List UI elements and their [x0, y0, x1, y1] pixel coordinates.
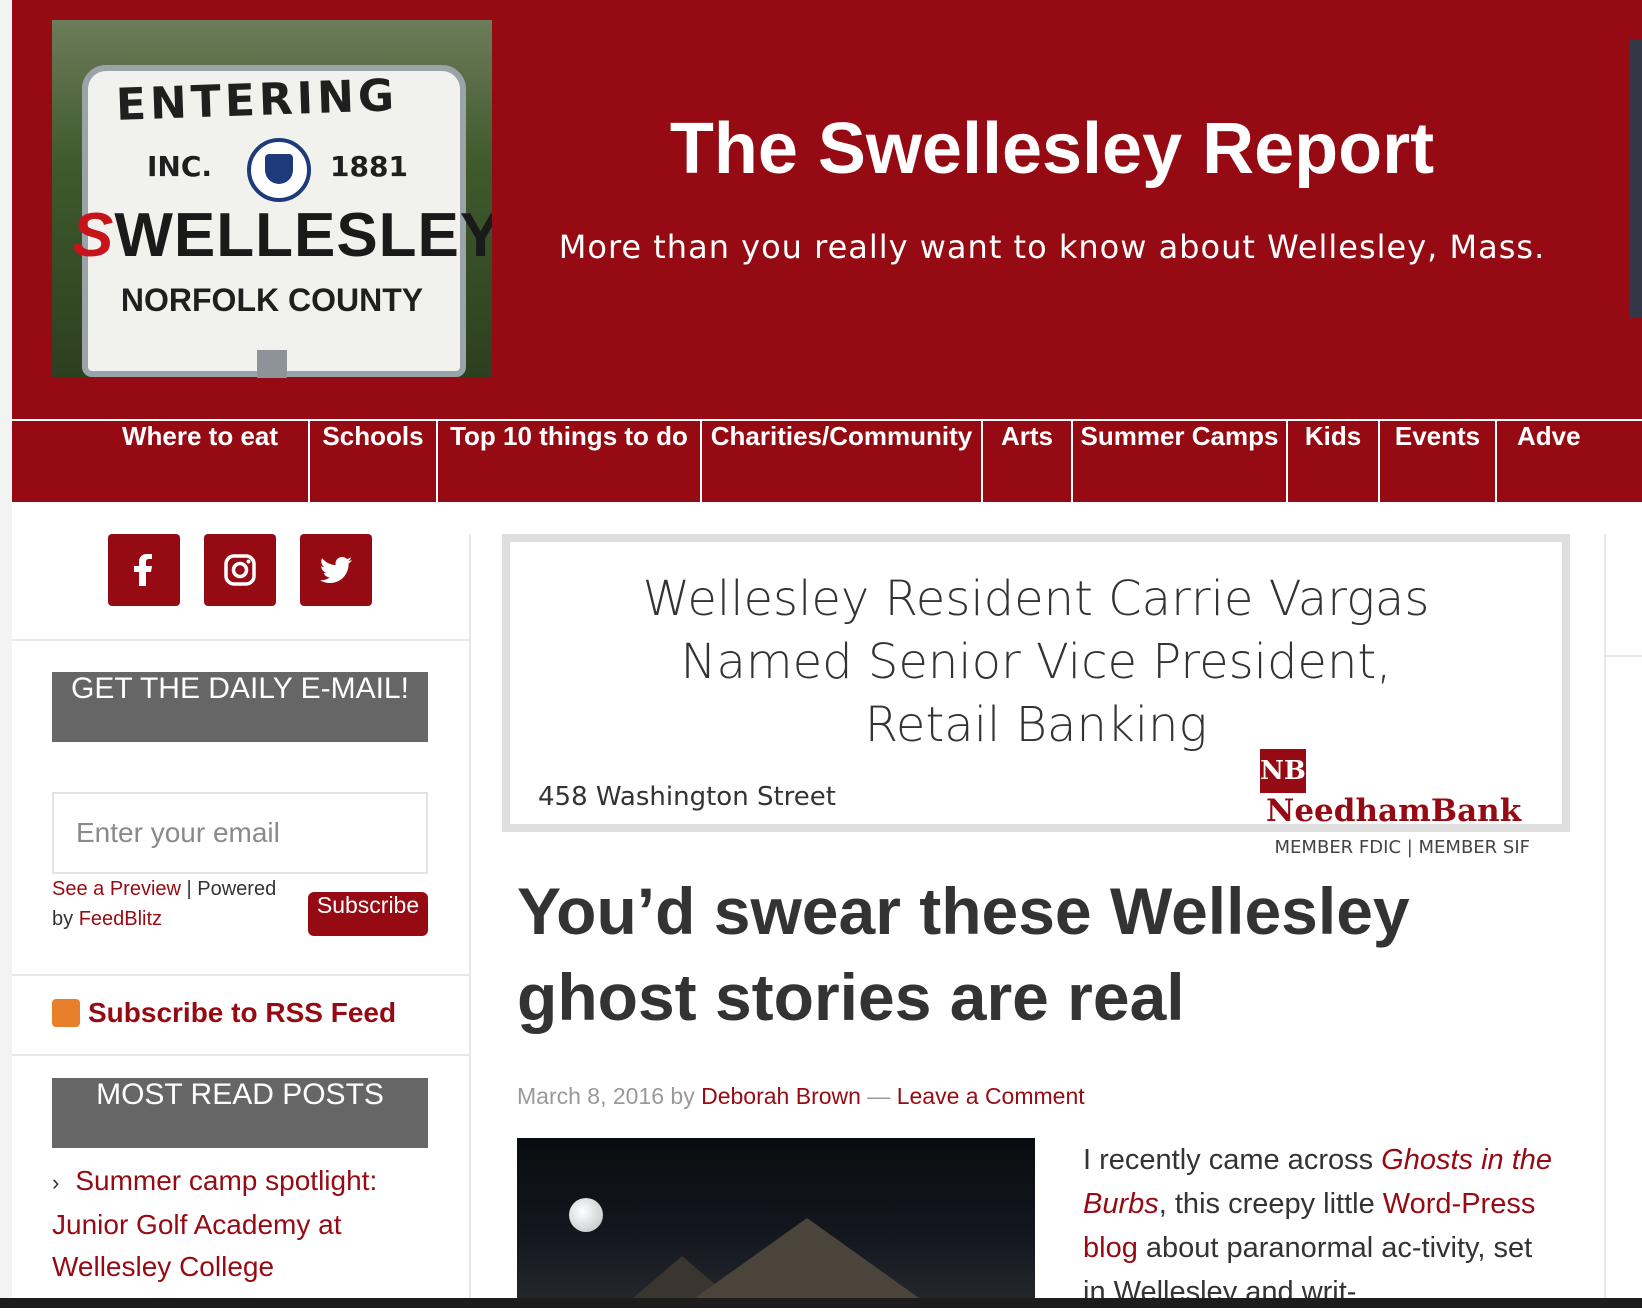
logo-town-text: SWELLESLEY [72, 200, 492, 271]
header-side-tab [1630, 40, 1642, 318]
site-header: ENTERING INC. 1881 SWELLESLEY NORFOLK CO… [12, 0, 1642, 419]
instagram-button[interactable] [204, 534, 276, 606]
nav-item-kids[interactable]: Kids [1288, 421, 1380, 502]
house-roof [667, 1218, 947, 1308]
post-text-mid: , this creepy little [1158, 1188, 1383, 1220]
ad-headline-line: Named Senior Vice President, [680, 634, 1392, 690]
author-link[interactable]: Deborah Brown [701, 1083, 861, 1109]
sidebar-divider [12, 974, 469, 976]
logo-town-red-letter: S [72, 201, 115, 270]
facebook-icon [134, 554, 152, 586]
right-column-divider [1604, 534, 1606, 1308]
meta-dash: — [860, 1083, 897, 1109]
nav-item-arts[interactable]: Arts [983, 421, 1073, 502]
daily-email-title: GET THE DAILY E-MAIL! [52, 672, 428, 742]
column-divider [469, 534, 471, 1308]
nav-item-advertise[interactable]: Adve [1497, 421, 1642, 502]
logo-sign-post [257, 350, 287, 378]
logo-town-name: WELLESLEY [114, 201, 492, 270]
email-input[interactable] [52, 792, 428, 874]
bank-mark-icon: NB [1260, 749, 1306, 793]
advertisement-banner[interactable]: Wellesley Resident Carrie Vargas Named S… [502, 534, 1570, 858]
bottom-bar [0, 1298, 1642, 1308]
site-tagline: More than you really want to know about … [558, 228, 1546, 266]
logo-inc-text: INC. [147, 150, 213, 183]
comment-link[interactable]: Leave a Comment [897, 1083, 1085, 1109]
site-title[interactable]: The Swellesley Report [532, 108, 1572, 190]
bank-name: NeedhamBank [1266, 793, 1522, 829]
post-meta: March 8, 2016 by Deborah Brown — Leave a… [517, 1083, 1085, 1110]
sidebar: GET THE DAILY E-MAIL! See a Preview | Po… [12, 502, 469, 1308]
right-column-divider-h [1604, 655, 1642, 657]
twitter-icon [319, 557, 352, 583]
logo-county-text: NORFOLK COUNTY [120, 282, 424, 318]
sidebar-divider [12, 1054, 469, 1056]
site-logo[interactable]: ENTERING INC. 1881 SWELLESLEY NORFOLK CO… [52, 20, 492, 378]
list-item[interactable]: › Summer camp spotlight: Junior Golf Acad… [52, 1160, 432, 1288]
ad-headline-line: Retail Banking [864, 697, 1208, 753]
post-text-rest: about paranormal ac-tivity, set in Welle… [1083, 1232, 1533, 1308]
rss-link[interactable]: Subscribe to RSS Feed [52, 997, 396, 1029]
nav-item-top-10[interactable]: Top 10 things to do [438, 421, 702, 502]
most-read-title: MOST READ POSTS [52, 1078, 428, 1148]
see-preview-link[interactable]: See a Preview [52, 878, 181, 900]
subscribe-button[interactable]: Subscribe [308, 892, 428, 936]
post-image[interactable] [517, 1138, 1035, 1308]
chevron-right-icon: › [52, 1170, 60, 1195]
nav-item-charities[interactable]: Charities/Community [702, 421, 983, 502]
sidebar-divider [12, 639, 469, 641]
instagram-icon [224, 554, 256, 586]
facebook-button[interactable] [108, 534, 180, 606]
rss-icon [52, 999, 80, 1027]
post-by: by [664, 1083, 702, 1109]
post-excerpt: I recently came across Ghosts in the Bur… [1083, 1138, 1553, 1314]
bank-member-text: MEMBER FDIC | MEMBER SIF [1274, 837, 1530, 858]
ad-headline: Wellesley Resident Carrie Vargas Named S… [510, 568, 1562, 757]
logo-entering-text: ENTERING [115, 70, 399, 131]
post-date: March 8, 2016 [517, 1083, 665, 1109]
moon-icon [569, 1198, 603, 1232]
nav-item-where-to-eat[interactable]: Where to eat [12, 421, 310, 502]
feedblitz-text: See a Preview | Powered by FeedBlitz [52, 874, 302, 934]
logo-year-text: 1881 [330, 150, 408, 183]
ad-address: 458 Washington Street [538, 782, 836, 812]
nav-item-summer-camps[interactable]: Summer Camps [1073, 421, 1288, 502]
post-title[interactable]: You’d swear these Wellesley ghost storie… [517, 868, 1577, 1040]
page-left-gutter [0, 0, 12, 1308]
needham-bank-logo: NBNeedhamBank MEMBER FDIC | MEMBER SIF [1260, 749, 1540, 858]
main-nav: Where to eat Schools Top 10 things to do… [12, 419, 1642, 502]
nav-item-events[interactable]: Events [1380, 421, 1497, 502]
most-read-link[interactable]: Summer camp spotlight: Junior Golf Acade… [52, 1165, 377, 1282]
rss-label: Subscribe to RSS Feed [88, 997, 397, 1028]
ad-headline-line: Wellesley Resident Carrie Vargas [642, 571, 1430, 627]
nav-item-schools[interactable]: Schools [310, 421, 438, 502]
feedblitz-link[interactable]: FeedBlitz [79, 908, 162, 930]
state-seal-icon [247, 138, 311, 202]
post-text-intro: I recently came across [1083, 1144, 1382, 1176]
twitter-button[interactable] [300, 534, 372, 606]
